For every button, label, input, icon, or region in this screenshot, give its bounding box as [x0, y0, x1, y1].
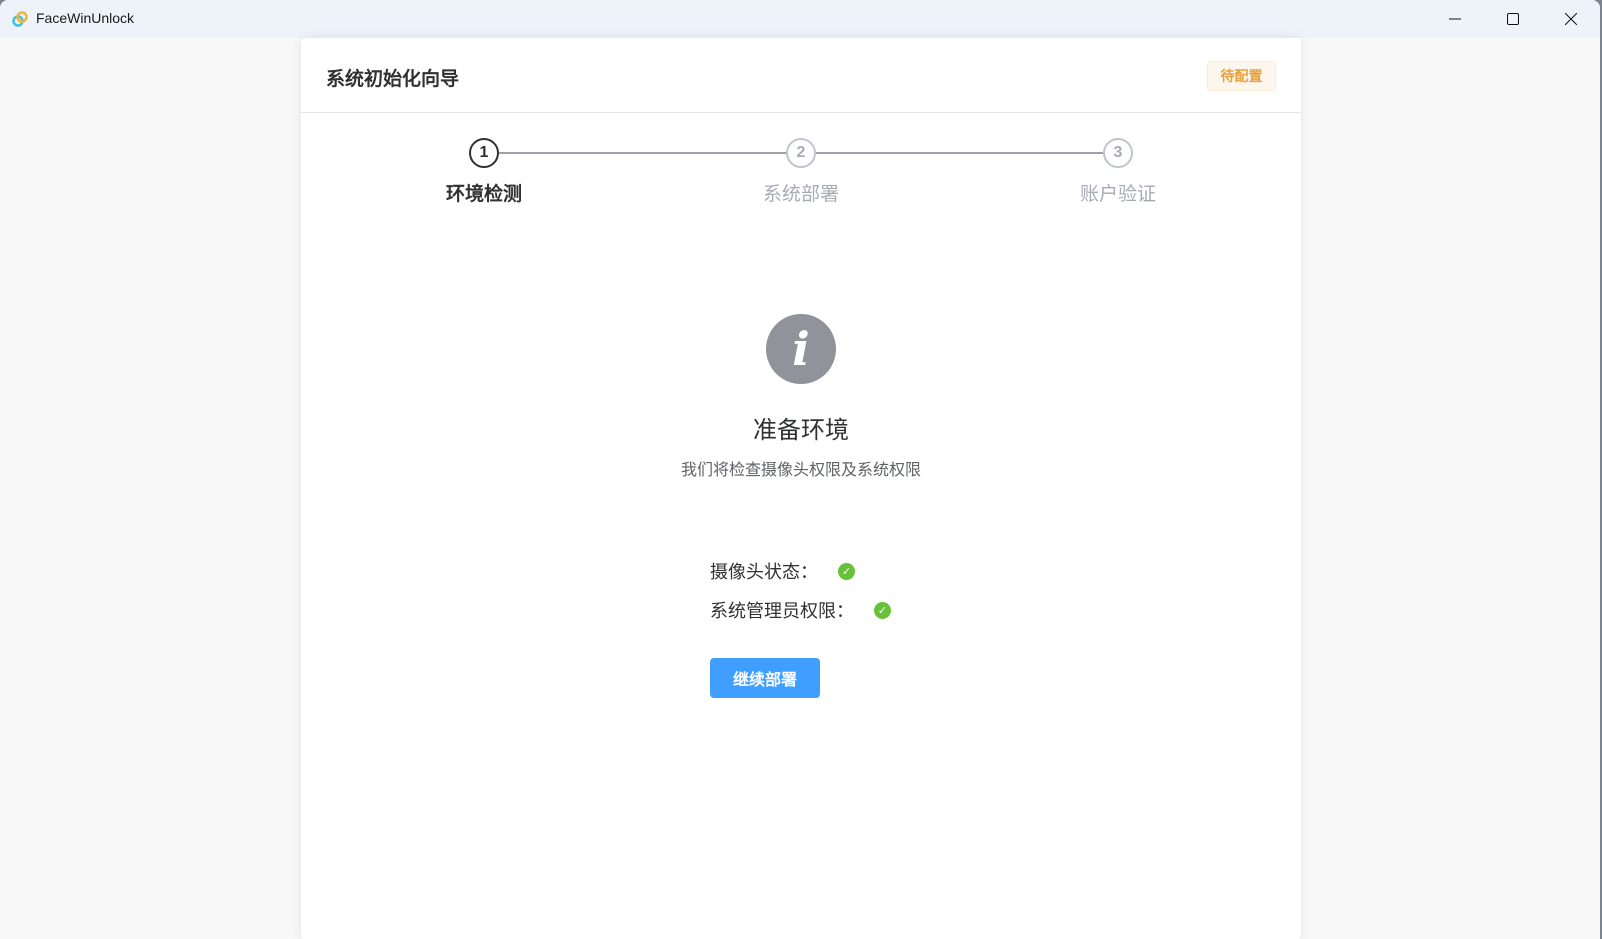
content-title: 准备环境: [753, 417, 849, 444]
check-label: 摄像头状态：: [710, 562, 818, 582]
setup-wizard-card: 系统初始化向导 待配置 1 2 3 环境检测 系统部署 账户验证 i 准备环境 …: [301, 38, 1301, 939]
wizard-title: 系统初始化向导: [326, 69, 460, 90]
info-icon: i: [766, 314, 836, 384]
step-3-label: 账户验证: [1079, 184, 1156, 205]
camera-status-row: 摄像头状态： ✓: [710, 558, 855, 584]
check-label: 系统管理员权限：: [710, 601, 854, 621]
success-check-icon: ✓: [838, 562, 855, 580]
window-title: FaceWinUnlock: [36, 10, 135, 26]
maximize-icon: [1507, 13, 1519, 25]
app-logo-icon: [12, 11, 28, 27]
step-1-icon: 1: [469, 138, 499, 168]
success-check-icon: ✓: [874, 601, 891, 619]
title-bar: FaceWinUnlock: [0, 0, 1600, 38]
admin-permission-row: 系统管理员权限： ✓: [710, 597, 891, 623]
close-button[interactable]: [1542, 0, 1600, 38]
content-subtitle: 我们将检查摄像头权限及系统权限: [680, 462, 921, 479]
continue-deploy-button[interactable]: 继续部署: [710, 658, 820, 698]
minimize-icon: [1449, 18, 1461, 20]
step-connector: [816, 152, 1103, 154]
maximize-button[interactable]: [1484, 0, 1542, 38]
step-3-icon: 3: [1103, 138, 1133, 168]
step-1-label: 环境检测: [445, 184, 522, 205]
step-2-label: 系统部署: [762, 184, 839, 205]
close-icon: [1565, 13, 1577, 25]
minimize-button[interactable]: [1426, 0, 1484, 38]
step-connector: [499, 152, 801, 154]
step-2-icon: 2: [786, 138, 816, 168]
app-window: FaceWinUnlock 系统初始化向导 待配置 1 2 3 环境检测 系统部…: [0, 0, 1600, 939]
status-badge: 待配置: [1207, 61, 1276, 91]
card-header: 系统初始化向导 待配置: [301, 38, 1301, 113]
